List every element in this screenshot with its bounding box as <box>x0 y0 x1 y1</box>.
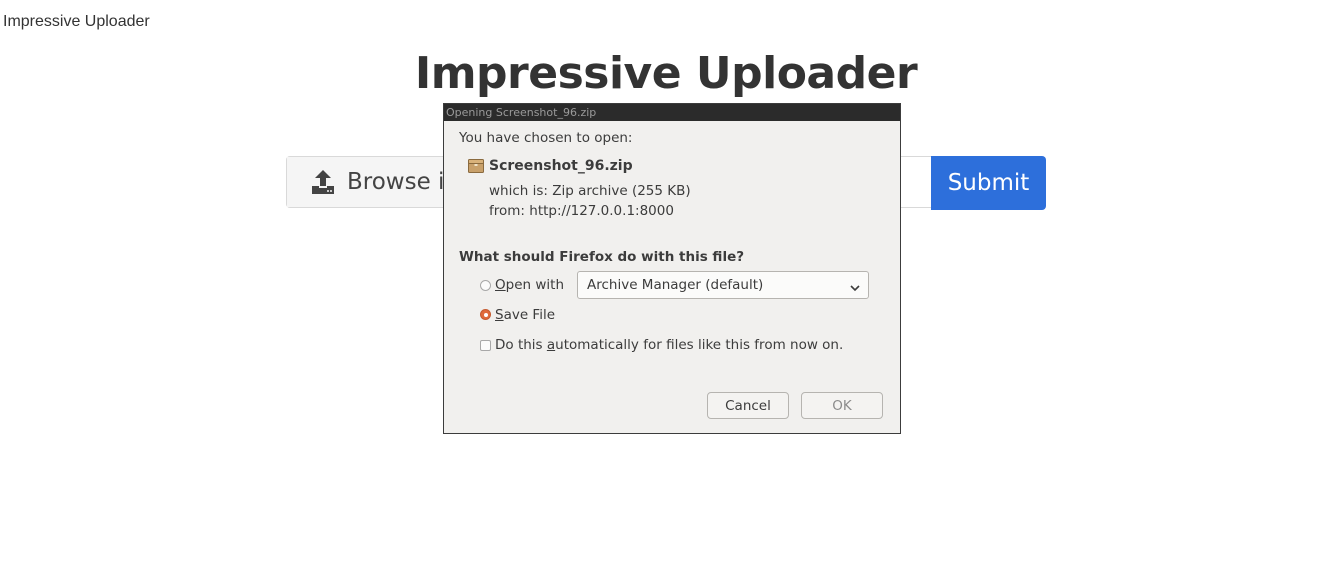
application-select-value: Archive Manager (default) <box>587 277 764 293</box>
cancel-button[interactable]: Cancel <box>707 392 789 419</box>
upload-icon <box>311 169 335 195</box>
which-is-label: which is: <box>489 183 548 199</box>
submit-button[interactable]: Submit <box>931 156 1046 210</box>
browse-label: Browse i <box>347 169 445 195</box>
dialog-titlebar[interactable]: Opening Screenshot_96.zip <box>444 104 900 121</box>
from-value: http://127.0.0.1:8000 <box>529 203 674 219</box>
auto-action-checkbox[interactable] <box>480 340 491 351</box>
auto-action-label[interactable]: Do this automatically for files like thi… <box>495 337 843 353</box>
tab-title: Impressive Uploader <box>3 13 150 30</box>
ok-button[interactable]: OK <box>801 392 883 419</box>
file-name: Screenshot_96.zip <box>489 158 633 174</box>
action-question: What should Firefox do with this file? <box>459 249 745 265</box>
source-line: from: http://127.0.0.1:8000 <box>489 203 674 219</box>
page-title: Impressive Uploader <box>414 48 918 99</box>
open-with-radio[interactable] <box>480 280 491 291</box>
application-select[interactable]: Archive Manager (default) <box>577 271 869 299</box>
download-dialog: Opening Screenshot_96.zip You have chose… <box>443 103 901 434</box>
file-type-line: which is: Zip archive (255 KB) <box>489 183 691 199</box>
chosen-text: You have chosen to open: <box>459 130 633 146</box>
which-is-value: Zip archive (255 KB) <box>552 183 691 199</box>
save-file-radio[interactable] <box>480 309 491 320</box>
chevron-down-icon <box>850 280 860 292</box>
save-file-label[interactable]: Save File <box>495 307 555 323</box>
archive-file-icon <box>468 159 484 173</box>
from-label: from: <box>489 203 525 219</box>
open-with-label[interactable]: Open with <box>495 277 564 293</box>
